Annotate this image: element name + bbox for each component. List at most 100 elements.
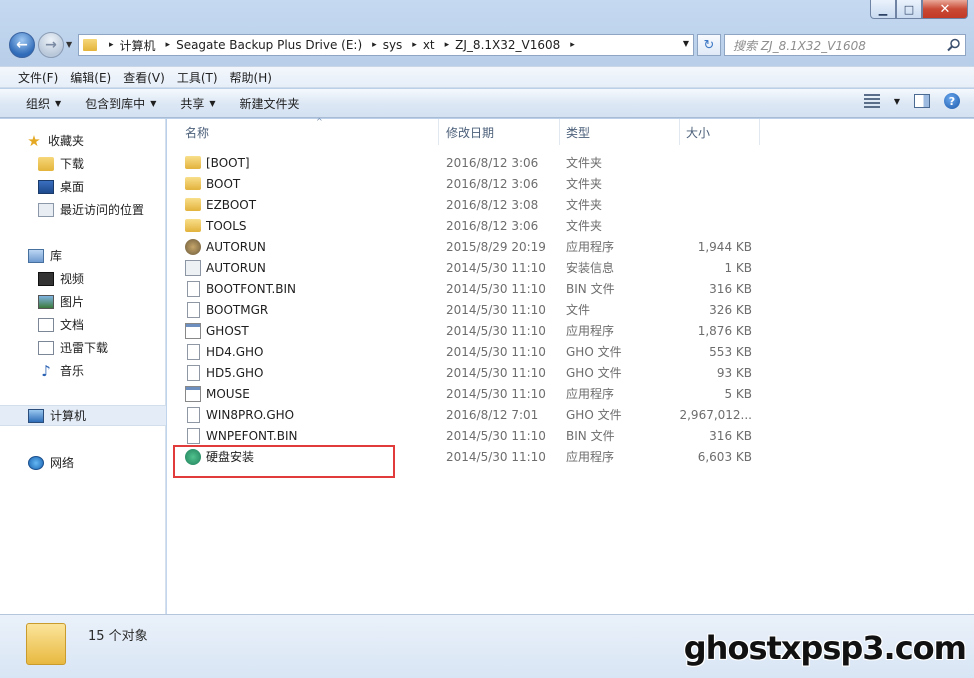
- file-name: AUTORUN: [206, 260, 266, 275]
- folder-icon: [26, 623, 66, 665]
- file-name-cell: EZBOOT: [185, 194, 256, 215]
- file-name-cell: BOOTMGR: [185, 299, 268, 320]
- address-history-dropdown[interactable]: ▼: [683, 39, 689, 48]
- nav-pictures[interactable]: 图片: [38, 291, 166, 312]
- menu-view[interactable]: 查看(V): [117, 69, 171, 86]
- minimize-button[interactable]: ▁: [870, 0, 896, 19]
- column-header-date[interactable]: 修改日期: [440, 119, 560, 145]
- column-header-type[interactable]: 类型: [560, 119, 680, 145]
- menu-file[interactable]: 文件(F): [12, 69, 64, 86]
- nav-thunder-downloads[interactable]: 迅雷下载: [38, 337, 166, 358]
- view-mode-icon[interactable]: [863, 94, 880, 108]
- desktop-icon: [38, 179, 54, 194]
- breadcrumb-sys[interactable]: sys: [383, 38, 403, 52]
- nav-videos[interactable]: 视频: [38, 268, 166, 289]
- file-date: 2016/8/12 3:06: [446, 176, 539, 191]
- file-row[interactable]: AUTORUN 2014/5/30 11:10 安装信息 1 KB: [167, 257, 767, 278]
- file-date: 2016/8/12 7:01: [446, 407, 539, 422]
- file-row[interactable]: GHOST 2014/5/30 11:10 应用程序 1,876 KB: [167, 320, 767, 341]
- file-size: [680, 173, 752, 194]
- file-icon: [187, 427, 200, 444]
- file-type: GHO 文件: [566, 366, 622, 380]
- file-name: HD5.GHO: [206, 365, 264, 380]
- help-icon[interactable]: ?: [944, 93, 960, 109]
- maximize-icon: □: [903, 2, 915, 16]
- file-type: 文件: [566, 303, 591, 317]
- maximize-button[interactable]: □: [896, 0, 922, 19]
- breadcrumb-drive[interactable]: Seagate Backup Plus Drive (E:): [176, 38, 362, 52]
- column-header-size[interactable]: 大小: [680, 119, 760, 145]
- back-button[interactable]: ←: [9, 32, 35, 58]
- file-name: MOUSE: [206, 386, 250, 401]
- file-name-cell: AUTORUN: [185, 257, 266, 278]
- nav-downloads-label: 下载: [60, 157, 85, 171]
- address-bar[interactable]: ▸ 计算机 ▸ Seagate Backup Plus Drive (E:) ▸…: [78, 34, 694, 56]
- search-icon[interactable]: [947, 38, 961, 52]
- breadcrumb-xt[interactable]: xt: [423, 38, 435, 52]
- nav-music[interactable]: ♪ 音乐: [38, 360, 166, 381]
- file-row[interactable]: HD4.GHO 2014/5/30 11:10 GHO 文件 553 KB: [167, 341, 767, 362]
- view-mode-dropdown[interactable]: ▼: [894, 97, 900, 106]
- file-row[interactable]: EZBOOT 2016/8/12 3:08 文件夹: [167, 194, 767, 215]
- arrow-left-icon: ←: [16, 37, 28, 53]
- share-button[interactable]: 共享 ▼: [168, 95, 227, 112]
- nav-documents[interactable]: 文档: [38, 314, 166, 335]
- refresh-button[interactable]: ↻: [697, 34, 721, 56]
- file-icon: [187, 364, 200, 381]
- file-type: GHO 文件: [566, 408, 622, 422]
- nav-favorites-label: 收藏夹: [48, 134, 85, 148]
- nav-libraries[interactable]: 库: [28, 245, 166, 266]
- breadcrumb-separator-icon[interactable]: ▸: [109, 40, 114, 50]
- breadcrumb-separator-icon[interactable]: ▸: [570, 40, 575, 50]
- file-row[interactable]: WIN8PRO.GHO 2016/8/12 7:01 GHO 文件 2,967,012…: [167, 404, 767, 425]
- folder-icon: [185, 156, 201, 169]
- search-input[interactable]: 搜索 ZJ_8.1X32_V1608: [724, 34, 966, 56]
- breadcrumb-separator-icon[interactable]: ▸: [445, 40, 450, 50]
- file-type: 文件夹: [566, 156, 603, 170]
- nav-recent-places[interactable]: 最近访问的位置: [38, 199, 166, 220]
- nav-favorites[interactable]: ★ 收藏夹: [26, 130, 166, 151]
- file-size: [680, 152, 752, 173]
- watermark: ghostxpsp3.com: [683, 629, 967, 667]
- preview-pane-icon[interactable]: [914, 94, 930, 108]
- include-in-library-button[interactable]: 包含到库中 ▼: [73, 95, 168, 112]
- file-name: WNPEFONT.BIN: [206, 428, 298, 443]
- breadcrumb-separator-icon[interactable]: ▸: [372, 40, 377, 50]
- file-row[interactable]: BOOTMGR 2014/5/30 11:10 文件 326 KB: [167, 299, 767, 320]
- file-row[interactable]: WNPEFONT.BIN 2014/5/30 11:10 BIN 文件 316 KB: [167, 425, 767, 446]
- organize-button[interactable]: 组织 ▼: [14, 95, 73, 112]
- file-size: 6,603 KB: [697, 449, 752, 464]
- menu-tools[interactable]: 工具(T): [171, 69, 224, 86]
- nav-desktop[interactable]: 桌面: [38, 176, 166, 197]
- network-icon: [28, 455, 44, 470]
- nav-network[interactable]: 网络: [28, 452, 166, 473]
- column-header-name[interactable]: ^ 名称: [179, 117, 439, 145]
- file-row[interactable]: BOOT 2016/8/12 3:06 文件夹: [167, 173, 767, 194]
- nav-downloads[interactable]: 下载: [38, 153, 166, 174]
- file-row[interactable]: MOUSE 2014/5/30 11:10 应用程序 5 KB: [167, 383, 767, 404]
- file-date: 2014/5/30 11:10: [446, 302, 546, 317]
- file-name-cell: TOOLS: [185, 215, 247, 236]
- file-row[interactable]: BOOTFONT.BIN 2014/5/30 11:10 BIN 文件 316 KB: [167, 278, 767, 299]
- file-name-cell: BOOTFONT.BIN: [185, 278, 296, 299]
- file-row[interactable]: AUTORUN 2015/8/29 20:19 应用程序 1,944 KB: [167, 236, 767, 257]
- file-row[interactable]: HD5.GHO 2014/5/30 11:10 GHO 文件 93 KB: [167, 362, 767, 383]
- nav-computer[interactable]: 计算机: [0, 405, 166, 426]
- forward-button[interactable]: →: [38, 32, 64, 58]
- breadcrumb-current-folder[interactable]: ZJ_8.1X32_V1608: [455, 38, 560, 52]
- nav-desktop-label: 桌面: [60, 180, 85, 194]
- close-button[interactable]: ✕: [922, 0, 968, 19]
- breadcrumb-computer[interactable]: 计算机: [120, 37, 156, 54]
- recent-pages-dropdown[interactable]: ▼: [66, 40, 72, 49]
- share-label: 共享: [180, 96, 205, 111]
- file-row[interactable]: TOOLS 2016/8/12 3:06 文件夹: [167, 215, 767, 236]
- file-name-cell: [BOOT]: [185, 152, 250, 173]
- highlight-annotation: [173, 445, 395, 478]
- breadcrumb-separator-icon[interactable]: ▸: [166, 40, 171, 50]
- menu-edit[interactable]: 编辑(E): [64, 69, 117, 86]
- file-name-cell: HD4.GHO: [185, 341, 263, 362]
- menu-help[interactable]: 帮助(H): [224, 69, 278, 86]
- breadcrumb-separator-icon[interactable]: ▸: [412, 40, 417, 50]
- new-folder-button[interactable]: 新建文件夹: [228, 95, 312, 112]
- file-row[interactable]: [BOOT] 2016/8/12 3:06 文件夹: [167, 152, 767, 173]
